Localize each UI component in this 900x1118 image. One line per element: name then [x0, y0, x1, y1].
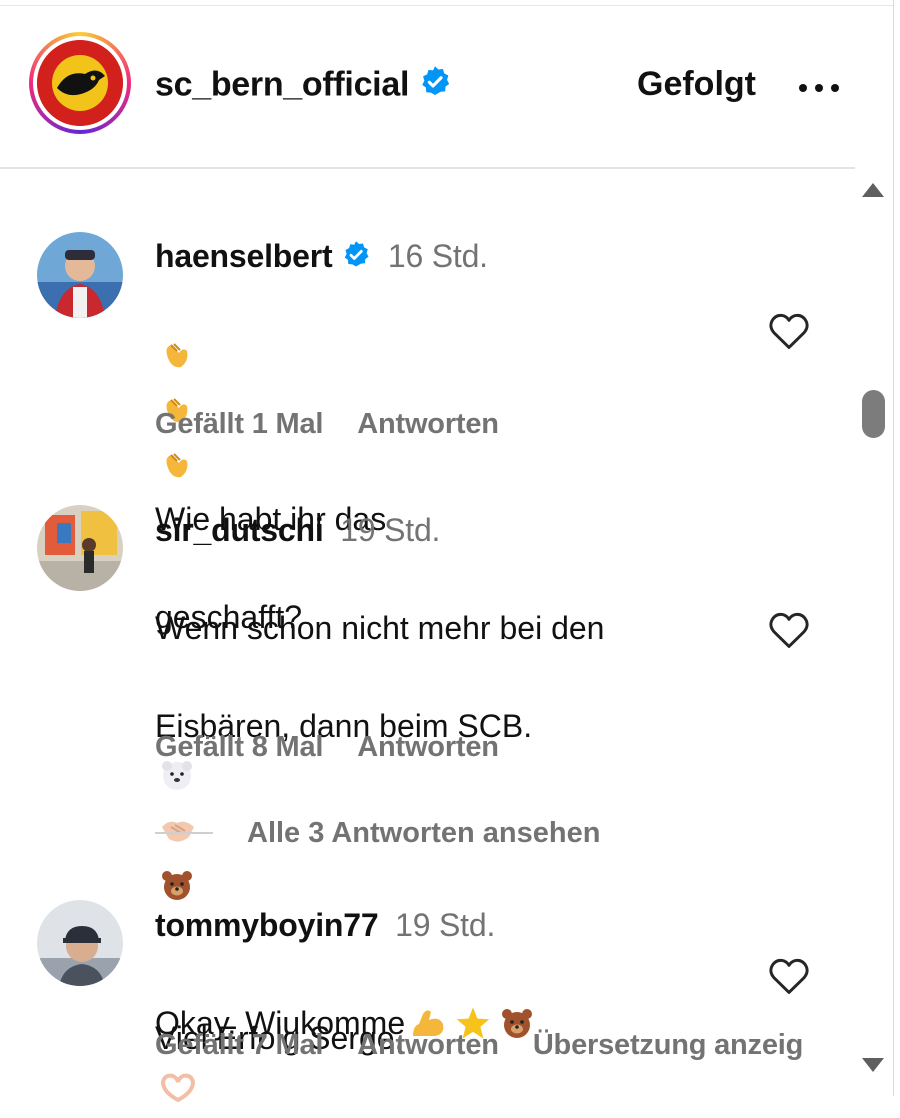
- following-button[interactable]: Gefolgt: [637, 65, 756, 104]
- avatar[interactable]: [37, 900, 123, 986]
- scroll-down-arrow[interactable]: [862, 1058, 884, 1072]
- like-heart-icon[interactable]: [768, 611, 810, 649]
- window-right-border: [893, 0, 894, 1096]
- comment-username[interactable]: tommyboyin77 19 Std.: [155, 907, 495, 944]
- replies-divider: [155, 832, 213, 834]
- reply-button[interactable]: Antworten: [357, 408, 499, 440]
- view-replies-button[interactable]: Alle 3 Antworten ansehen: [247, 817, 600, 850]
- scroll-up-arrow[interactable]: [862, 183, 884, 197]
- header-divider: [0, 167, 855, 169]
- avatar[interactable]: [37, 232, 123, 318]
- like-count[interactable]: Gefällt 8 Mal: [155, 731, 323, 763]
- handshake-emoji-icon: [159, 812, 197, 861]
- sc-bern-logo: [37, 40, 123, 126]
- account-username[interactable]: sc_bern_official: [155, 65, 452, 108]
- comment-actions: Gefällt 7 Mal Antworten Übersetzung anzeig: [155, 1029, 803, 1062]
- polar-bear-emoji-icon: [159, 757, 195, 806]
- comment-actions: Gefällt 1 Mal Antworten: [155, 408, 533, 441]
- like-count[interactable]: Gefällt 7 Mal: [155, 1029, 323, 1061]
- heart-hands-emoji-icon: [159, 1069, 197, 1118]
- more-options-icon[interactable]: [795, 72, 845, 102]
- comment-username[interactable]: haenselbert 16 Std.: [155, 238, 488, 278]
- comment-username[interactable]: sir_dutschi 19 Std.: [155, 512, 440, 549]
- comment-timestamp: 16 Std.: [387, 238, 488, 274]
- comment-actions: Gefällt 8 Mal Antworten: [155, 731, 533, 764]
- verified-badge-icon: [418, 65, 452, 108]
- like-heart-icon[interactable]: [768, 957, 810, 995]
- avatar[interactable]: [37, 505, 123, 591]
- like-heart-icon[interactable]: [768, 312, 810, 350]
- translate-button[interactable]: Übersetzung anzeig: [533, 1029, 804, 1061]
- scrollbar-thumb[interactable]: [862, 390, 885, 438]
- comment-timestamp: 19 Std.: [395, 907, 496, 943]
- reply-button[interactable]: Antworten: [357, 1029, 499, 1061]
- clap-emoji-icon: [159, 336, 193, 385]
- verified-badge-icon: [341, 240, 371, 278]
- reply-button[interactable]: Antworten: [357, 731, 499, 763]
- clap-emoji-icon: [159, 446, 193, 495]
- profile-avatar[interactable]: [29, 32, 131, 134]
- like-count[interactable]: Gefällt 1 Mal: [155, 408, 323, 440]
- comment-timestamp: 19 Std.: [340, 512, 441, 548]
